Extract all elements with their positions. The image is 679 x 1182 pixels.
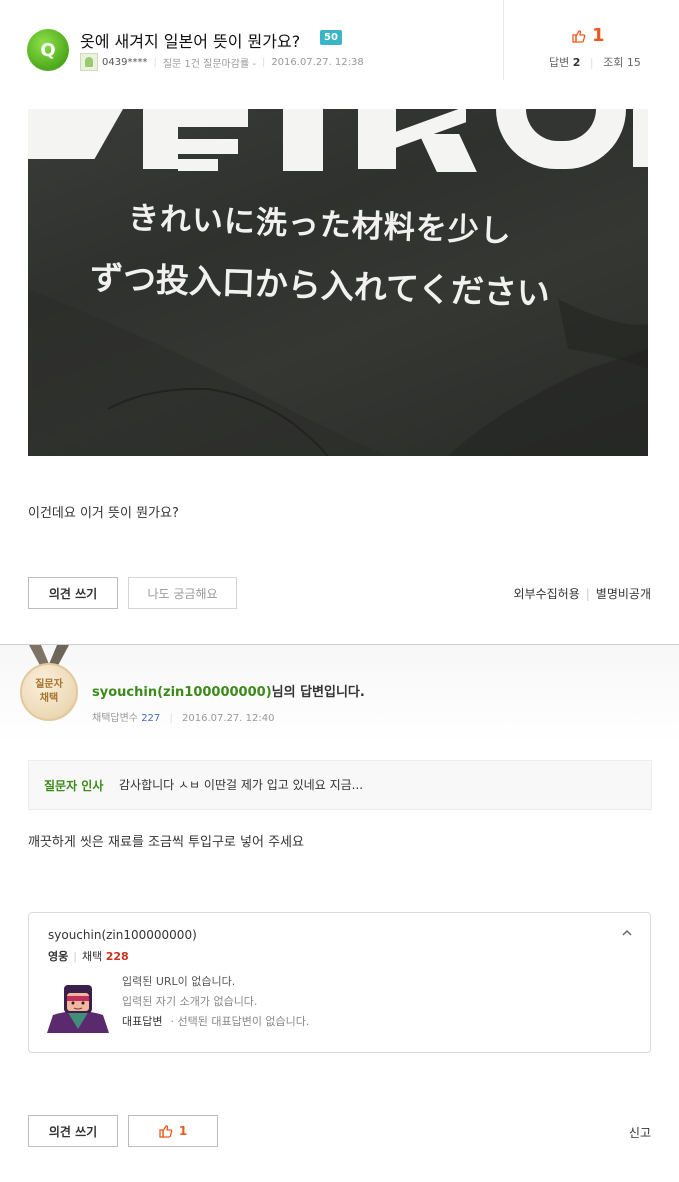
question-user-id[interactable]: 0439**** [102,57,147,68]
thumbs-up-icon [159,1125,173,1138]
me-too-button[interactable]: 나도 궁금해요 [128,577,237,609]
answer-meta: 채택답변수 227 | 2016.07.27. 12:40 [92,713,275,724]
answer-write-opinion-button[interactable]: 의견 쓰기 [28,1115,118,1147]
thanks-text: 감사합니다 ㅅㅂ 이딴걸 제가 입고 있네요 지금... [119,778,364,792]
question-header: Q 옷에 새겨지 일본어 뜻이 뭔가요? 50 0439**** | 질문 1건… [0,0,679,80]
question-user-stats: 질문 1건 질문마감률 - [162,58,256,70]
like-button-top[interactable]: 1 [572,25,605,46]
like-count: 1 [592,25,605,46]
view-count: 15 [626,56,641,69]
answer-header: 질문자 채택 syouchin(zin100000000)님의 답변입니다. 채… [0,644,679,744]
answer-like-count: 1 [178,1124,188,1138]
answer-title: syouchin(zin100000000)님의 답변입니다. [92,685,365,700]
answer-like-button[interactable]: 1 [128,1115,218,1147]
profile-intro: 입력된 자기 소개가 없습니다. [122,995,258,1008]
profile-rep-answer: 대표답변 · 선택된 대표답변이 없습니다. [122,1015,310,1028]
adopted-count: 227 [141,713,161,724]
answer-body: 깨끗하게 씻은 재료를 조금씩 투입구로 넣어 주세요 [28,835,304,850]
profile-adopt-count: 228 [105,950,129,963]
chevron-up-icon[interactable] [622,928,632,938]
logo-letter [178,159,218,171]
profile-name[interactable]: syouchin(zin100000000) [48,928,197,942]
question-body: 이건데요 이거 뜻이 뭔가요? [28,506,179,521]
anonymous-label: 별명비공개 [595,587,651,601]
external-allowed-link[interactable]: 외부수집허용 [514,587,580,601]
logo-letter [283,109,323,171]
avatar [47,985,109,1033]
logo-letter [178,139,238,154]
profile-url: 입력된 URL이 없습니다. [122,975,236,988]
answerer-profile-card: syouchin(zin100000000) 영웅 | 채택 228 입력된 URL… [28,912,651,1053]
report-link[interactable]: 신고 [629,1124,651,1141]
logo-letter [143,109,178,169]
logo-letter [633,109,648,167]
write-opinion-button[interactable]: 의견 쓰기 [28,577,118,609]
profile-grade: 영웅 | 채택 228 [48,950,129,963]
question-title: 옷에 새겨지 일본어 뜻이 뭔가요? [80,32,301,51]
thanks-label: 질문자 인사 [44,779,104,793]
answer-author[interactable]: syouchin(zin100000000) [92,685,272,700]
question-photo: きれいに洗った材料を少し ずつ投入口から入れてください [28,109,648,456]
question-badge-icon: Q [27,29,69,71]
question-stats-panel: 1 답변 2 | 조회 15 [503,0,679,80]
question-date: 2016.07.27. 12:38 [271,56,364,68]
thumbs-up-icon [572,29,586,43]
question-meta: 0439**** | 질문 1건 질문마감률 - | 2016.07.27. 1… [80,53,364,71]
question-options: 외부수집허용 | 별명비공개 [513,587,652,601]
logo-letter [358,109,396,169]
points-badge: 50 [320,30,342,45]
answer-count: 2 [572,56,581,69]
answer-date: 2016.07.27. 12:40 [182,713,275,724]
user-thumb-icon[interactable] [80,53,98,71]
adopted-medal-icon: 질문자 채택 [20,663,78,721]
logo-letter [178,109,248,127]
answer-view-stats: 답변 2 | 조회 15 [549,56,641,69]
asker-thanks-box: 질문자 인사 감사합니다 ㅅㅂ 이딴걸 제가 입고 있네요 지금... [28,760,652,810]
